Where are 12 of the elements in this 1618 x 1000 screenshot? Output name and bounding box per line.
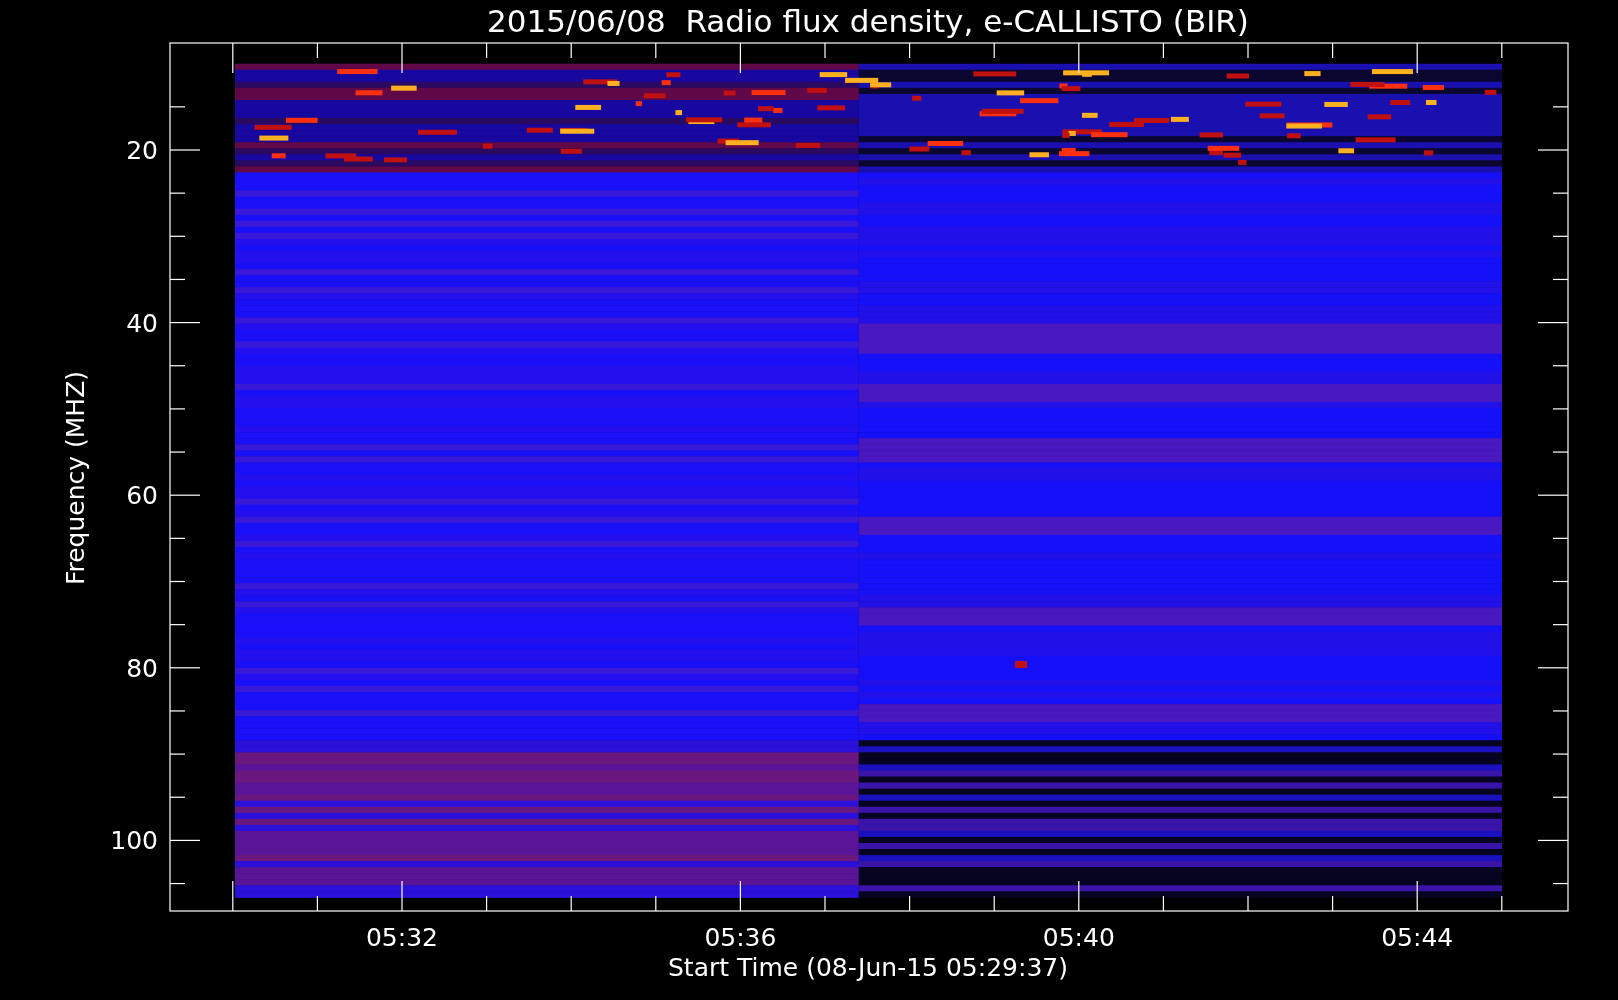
x-tick-label: 05:44 (1381, 923, 1454, 952)
y-tick-label: 100 (110, 826, 158, 856)
y-tick-label: 60 (126, 481, 158, 511)
y-tick-label: 40 (126, 308, 158, 338)
chart-title: 2015/06/08 Radio flux density, e-CALLISTO (BIR) (487, 3, 1249, 39)
x-tick-label: 05:32 (366, 923, 438, 952)
x-tick-label: 05:36 (704, 923, 777, 952)
y-tick-label: 80 (126, 653, 158, 683)
y-tick-label: 20 (126, 136, 158, 165)
y-axis-label: Frequency (MHZ) (61, 370, 90, 586)
x-tick-label: 05:40 (1042, 923, 1115, 952)
x-axis-label: Start Time (08-Jun-15 05:29:37) (668, 953, 1068, 982)
